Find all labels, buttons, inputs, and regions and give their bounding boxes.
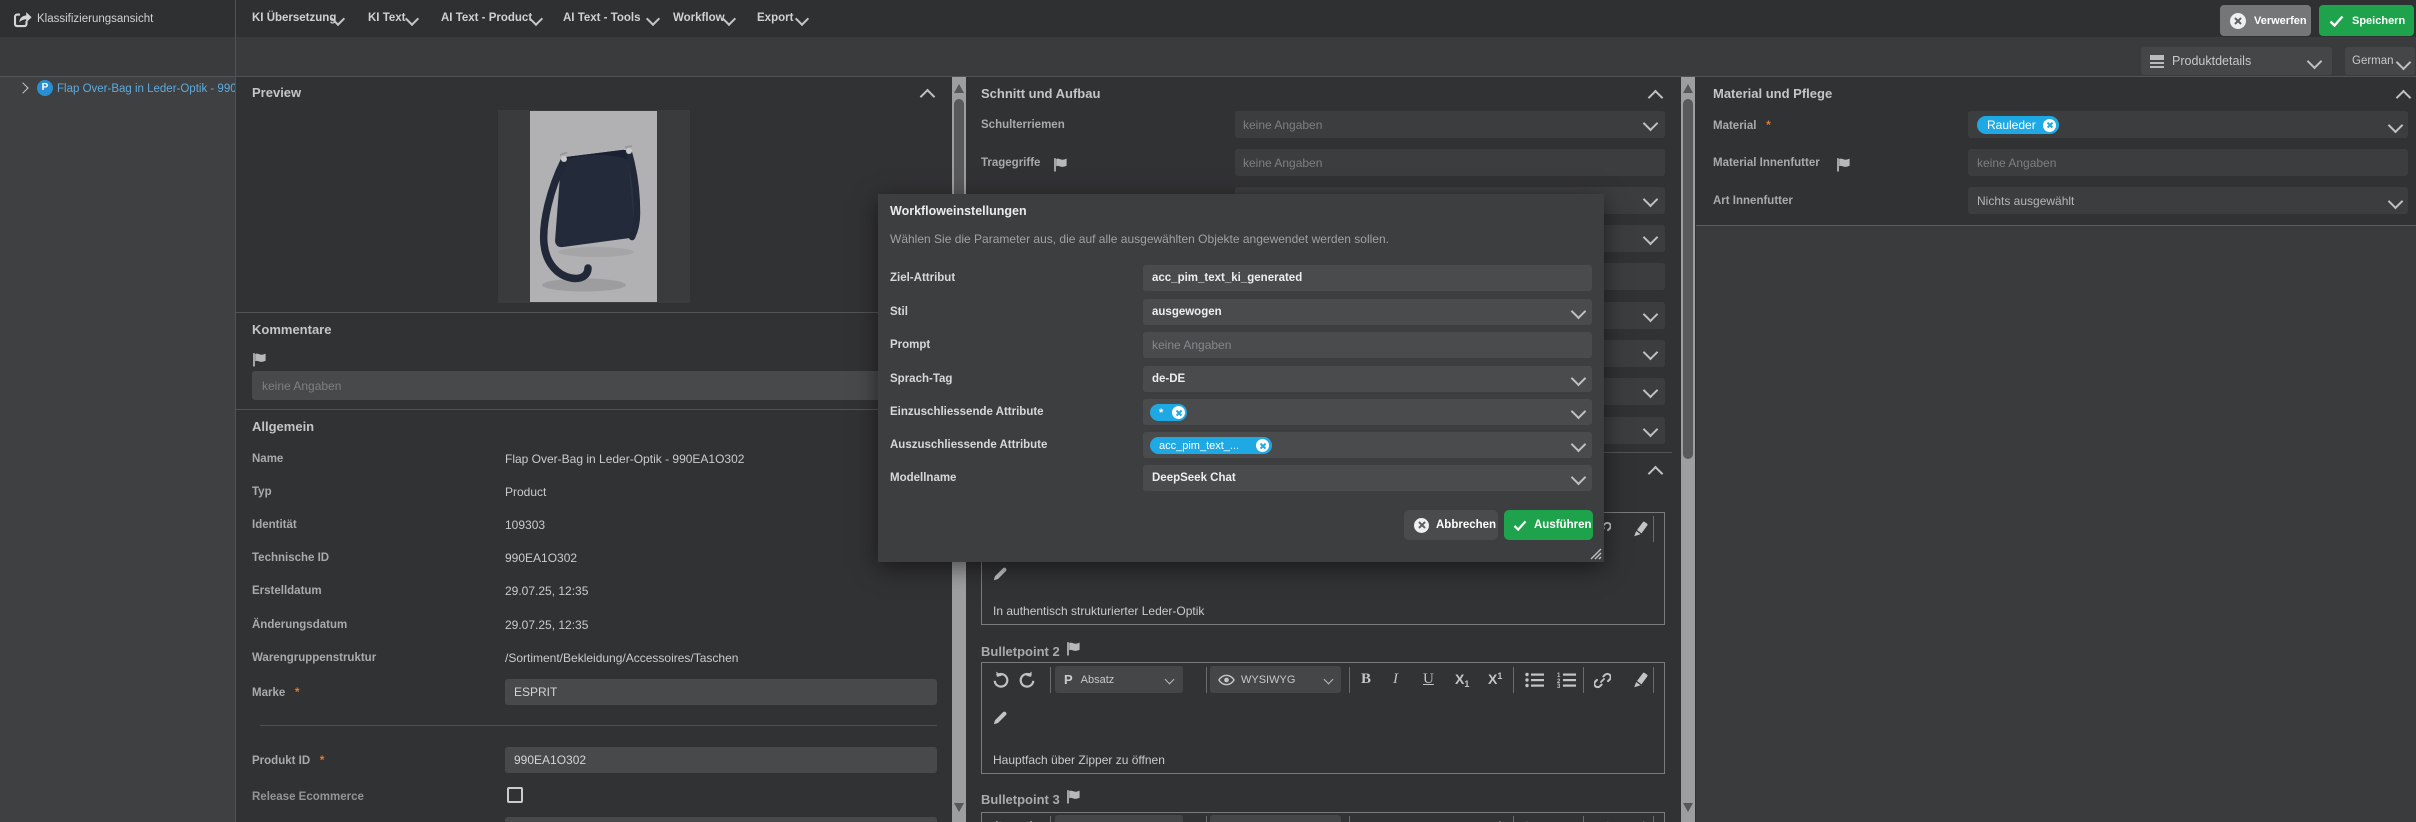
svg-text:3: 3 (1557, 684, 1561, 688)
